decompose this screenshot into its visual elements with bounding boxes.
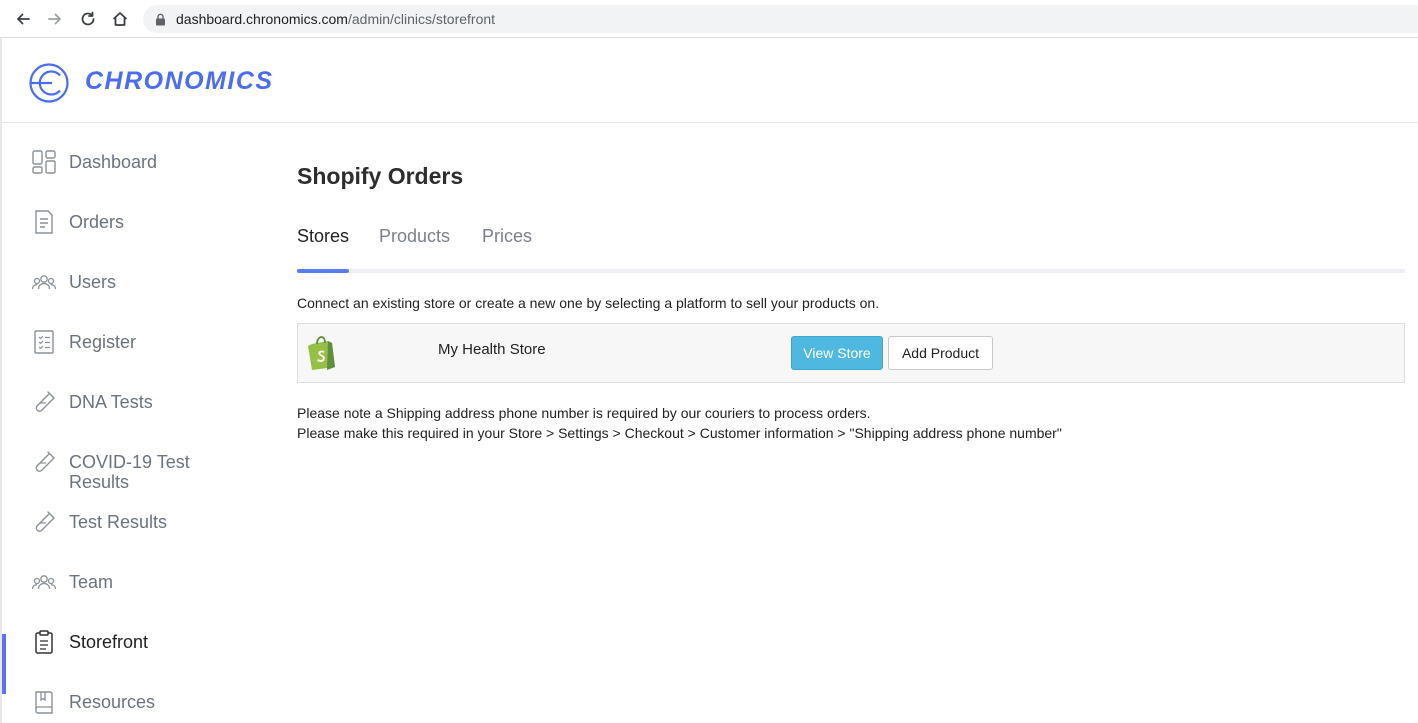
sidebar-item-label: Orders [69,212,125,232]
sidebar-item-label: Storefront [69,632,149,652]
checklist-icon [30,328,58,356]
dashboard-grid-icon [30,148,58,176]
app-header: CHRONOMICS [2,38,1418,123]
back-arrow-icon[interactable] [12,8,34,30]
forward-arrow-icon[interactable] [44,8,66,30]
sidebar-item-label: Register [69,332,137,352]
url-host: dashboard.chronomics.com [176,11,348,27]
active-tab-indicator [297,269,349,273]
sidebar-item-label: Users [69,272,117,292]
sidebar-item-label: Dashboard [69,152,158,172]
sidebar-item-label: Resources [69,692,156,712]
users-group-icon [30,268,58,296]
page-title: Shopify Orders [297,163,464,189]
test-tube-icon [30,508,58,536]
sidebar-item-label: DNA Tests [69,392,153,412]
tab-bar: Stores Products Prices [297,226,1405,274]
sidebar: Dashboard Orders Users Register DNA Test… [2,124,260,723]
clipboard-icon [30,628,58,656]
tab-prices[interactable]: Prices [482,226,532,247]
url-path: /admin/clinics/storefront [347,11,496,27]
add-product-button[interactable]: Add Product [888,336,993,370]
brand-name[interactable]: CHRONOMICS [85,67,274,96]
sidebar-item-label-line2: Results [69,472,130,492]
test-tube-icon [30,448,58,476]
browser-toolbar: dashboard.chronomics.com/admin/clinics/s… [0,0,1418,38]
shipping-note-line2: Please make this required in your Store … [297,425,1062,441]
book-icon [30,688,58,716]
chronomics-logo-icon[interactable] [28,62,70,104]
reload-icon[interactable] [77,8,99,30]
team-group-icon [30,568,58,596]
sidebar-item-label: Test Results [69,512,168,532]
tab-track [297,269,1405,273]
tab-stores[interactable]: Stores [297,226,349,247]
shipping-note-line1: Please note a Shipping address phone num… [297,405,871,421]
test-tube-icon [30,388,58,416]
lock-icon [156,13,165,25]
store-row: My Health Store View Store Add Product [297,323,1405,383]
address-bar[interactable]: dashboard.chronomics.com/admin/clinics/s… [143,5,1418,33]
home-icon[interactable] [109,8,131,30]
document-icon [30,208,58,236]
shopify-bag-icon [308,336,335,370]
sidebar-item-label: Team [69,572,114,592]
view-store-button[interactable]: View Store [791,336,883,370]
intro-text: Connect an existing store or create a ne… [297,295,880,311]
sidebar-item-label: COVID-19 Test [69,452,190,472]
tab-products[interactable]: Products [379,226,450,247]
store-name: My Health Store [438,341,546,358]
